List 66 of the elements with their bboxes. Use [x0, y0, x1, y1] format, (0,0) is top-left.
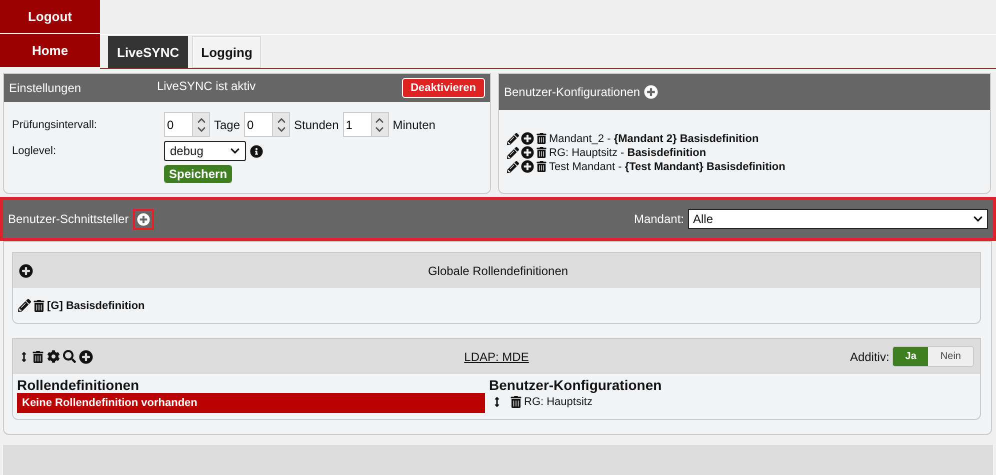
save-button[interactable]: Speichern — [164, 165, 232, 183]
chevron-down-icon[interactable] — [196, 124, 206, 134]
configuration-item: RG: Hauptsitz - Basisdefinition — [549, 146, 706, 158]
panel-title: Benutzer-Konfigurationen — [504, 85, 640, 99]
toggle-option[interactable]: Ja — [893, 347, 928, 366]
plus-icon[interactable] — [521, 146, 534, 159]
trash-icon[interactable] — [510, 396, 522, 408]
spin-buttons[interactable] — [192, 112, 210, 137]
sort-icon[interactable] — [19, 352, 29, 362]
mandant-select[interactable]: Alle — [688, 209, 988, 229]
chevron-up-icon[interactable] — [196, 116, 206, 124]
status-text: LiveSYNC ist aktiv — [156, 79, 257, 93]
pencil-icon[interactable] — [507, 146, 519, 158]
additiv-label: Additiv: — [850, 350, 890, 364]
chevron-down-icon[interactable] — [375, 124, 384, 134]
column-heading: Benutzer-Konfigurationen — [489, 377, 663, 393]
section-title: Benutzer-Schnittsteller — [8, 212, 129, 226]
field-label: Loglevel: — [12, 145, 58, 157]
chevron-up-icon[interactable] — [375, 116, 384, 124]
configuration-item: RG: Hauptsitz — [524, 396, 592, 408]
card-title: Globale Rollendefinitionen — [426, 264, 570, 278]
chevron-down-icon[interactable] — [230, 146, 240, 156]
info-icon[interactable] — [250, 144, 263, 158]
empty-message: Keine Rollendefinition vorhanden — [17, 393, 485, 413]
trash-icon[interactable] — [33, 300, 45, 312]
tab[interactable]: Logging — [192, 36, 262, 68]
sort-icon[interactable] — [492, 397, 502, 407]
nav-button[interactable]: Home — [0, 34, 100, 67]
plus-icon[interactable] — [79, 350, 93, 364]
search-icon[interactable] — [63, 350, 76, 363]
trash-icon[interactable] — [536, 147, 547, 158]
mandant-label: Mandant: — [634, 212, 684, 226]
add-button[interactable] — [132, 208, 154, 230]
pencil-icon[interactable] — [507, 160, 519, 172]
loglevel-select[interactable]: debug — [164, 141, 246, 161]
ldap-link[interactable]: LDAP: MDE — [464, 350, 529, 364]
trash-icon[interactable] — [536, 161, 547, 172]
pencil-icon[interactable] — [507, 132, 519, 144]
toggle-option[interactable]: Nein — [928, 347, 973, 366]
chevron-down-icon[interactable] — [973, 214, 983, 224]
plus-icon[interactable] — [19, 264, 33, 278]
configuration-item: Test Mandant - {Test Mandant} Basisdefinition — [549, 160, 786, 172]
nav-button[interactable]: Logout — [0, 0, 100, 33]
column-heading: Rollendefinitionen — [17, 377, 140, 393]
chevron-up-icon[interactable] — [276, 116, 286, 124]
unit-label: Stunden — [294, 118, 339, 132]
plus-icon[interactable] — [521, 132, 534, 145]
panel-title: Einstellungen — [9, 81, 82, 95]
unit-label: Tage — [214, 118, 240, 132]
plus-icon[interactable] — [521, 160, 534, 173]
unit-label: Minuten — [392, 118, 436, 132]
pencil-icon[interactable] — [18, 299, 31, 312]
settings-icon[interactable] — [47, 350, 60, 363]
spin-buttons[interactable] — [272, 112, 290, 137]
trash-icon[interactable] — [32, 350, 44, 362]
number-field[interactable]: 1 — [342, 112, 371, 137]
field-label: Prüfungsintervall: — [12, 118, 98, 130]
chevron-down-icon[interactable] — [276, 124, 286, 134]
deactivate-button[interactable]: Deaktivieren — [402, 78, 485, 98]
spin-buttons[interactable] — [370, 112, 389, 137]
number-field[interactable]: 0 — [164, 112, 192, 137]
trash-icon[interactable] — [536, 133, 547, 144]
number-field[interactable]: 0 — [244, 112, 272, 137]
role-item: [G] Basisdefinition — [47, 300, 145, 312]
tab[interactable]: LiveSYNC — [108, 36, 188, 68]
configuration-item: Mandant_2 - {Mandant 2} Basisdefinition — [549, 132, 759, 144]
